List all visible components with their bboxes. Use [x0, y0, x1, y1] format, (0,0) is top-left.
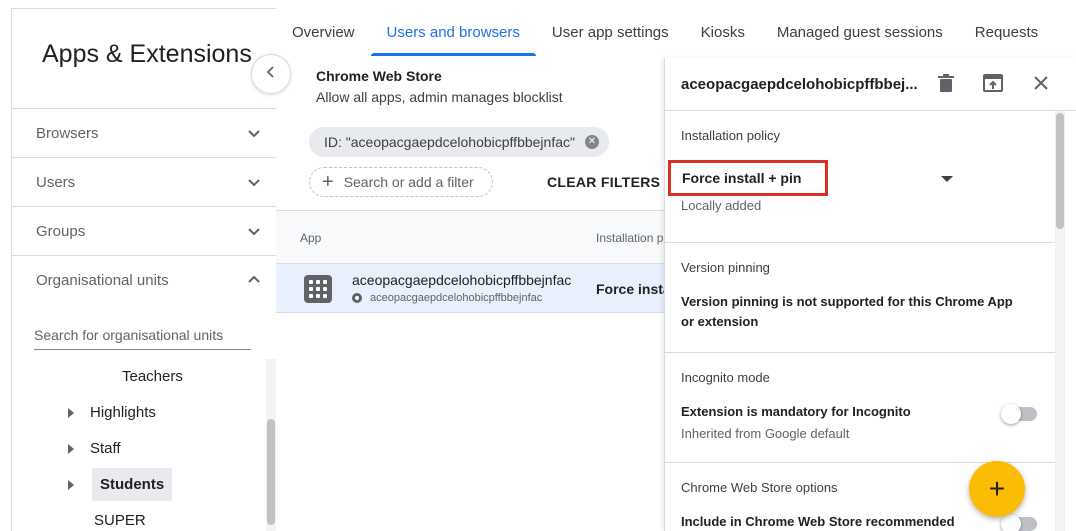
expand-arrow-icon[interactable]: [68, 407, 74, 418]
expand-arrow-icon[interactable]: [68, 479, 74, 490]
clear-filters-button[interactable]: CLEAR FILTERS: [547, 174, 660, 190]
store-subtitle: Allow all apps, admin manages blocklist: [316, 89, 563, 105]
org-unit-search-input[interactable]: Search for organisational units: [34, 327, 251, 350]
tab-bar: Overview Users and browsers User app set…: [276, 8, 1076, 56]
installation-policy-select[interactable]: Force install + pin: [668, 160, 828, 196]
chrome-icon: [352, 293, 362, 303]
version-pinning-section: Version pinning Version pinning is not s…: [665, 243, 1055, 353]
section-title: Version pinning: [681, 260, 770, 275]
incognito-section: Incognito mode Extension is mandatory fo…: [665, 353, 1055, 463]
chevron-down-icon: [247, 175, 261, 189]
sidebar-title: Apps & Extensions: [42, 40, 252, 68]
chevron-down-icon: [247, 224, 261, 238]
sidebar-section-label: Users: [36, 173, 76, 191]
tab-requests[interactable]: Requests: [959, 8, 1054, 56]
cws-recommended-toggle[interactable]: [1001, 514, 1039, 531]
dropdown-arrow-icon[interactable]: [941, 176, 953, 182]
incognito-toggle[interactable]: [1001, 404, 1039, 424]
incognito-sub: Inherited from Google default: [681, 426, 850, 441]
remove-filter-icon[interactable]: ✕: [584, 135, 599, 149]
tree-item-super[interactable]: SUPER: [94, 512, 146, 529]
tab-users-and-browsers[interactable]: Users and browsers: [370, 8, 537, 56]
app-id-text: aceopacgaepdcelohobicpffbbejnfac: [370, 292, 543, 304]
section-title: Incognito mode: [681, 370, 770, 385]
open-in-new-window-icon[interactable]: [982, 72, 1004, 94]
sidebar-section-label: Organisational units: [36, 271, 169, 289]
scrollbar-thumb[interactable]: [267, 419, 275, 525]
tree-item-label: SUPER: [94, 512, 146, 529]
panel-title: aceopacgaepdcelohobicpffbbej...: [681, 76, 918, 93]
filter-chip[interactable]: ID: "aceopacgaepdcelohobicpffbbejnfac" ✕: [309, 127, 609, 157]
tree-item-label: Staff: [90, 440, 121, 457]
tab-kiosks[interactable]: Kiosks: [685, 8, 761, 56]
incognito-text: Extension is mandatory for Incognito: [681, 404, 911, 419]
close-icon[interactable]: [1030, 72, 1052, 94]
scrollbar-thumb[interactable]: [1056, 113, 1064, 229]
sidebar-section-browsers[interactable]: Browsers: [12, 109, 276, 157]
sidebar: Apps & Extensions Browsers Users Groups …: [11, 8, 276, 531]
app-id: aceopacgaepdcelohobicpffbbejnfac: [352, 292, 542, 304]
collapse-sidebar-button[interactable]: [251, 54, 291, 94]
expand-arrow-icon[interactable]: [68, 443, 74, 454]
tab-overview[interactable]: Overview: [276, 8, 371, 56]
tree-item-staff[interactable]: Staff: [68, 440, 121, 457]
tree-item-label: Students: [92, 468, 173, 501]
tab-managed-guest-sessions[interactable]: Managed guest sessions: [761, 8, 959, 56]
sidebar-scrollbar[interactable]: [266, 359, 276, 531]
panel-header: aceopacgaepdcelohobicpffbbej...: [665, 58, 1076, 111]
app-installation-policy: Force insta: [596, 281, 671, 297]
sidebar-section-label: Groups: [36, 222, 86, 240]
tree-item-highlights[interactable]: Highlights: [68, 404, 156, 421]
tree-item-label: Teachers: [122, 368, 183, 385]
tree-item-label: Highlights: [90, 404, 156, 421]
chevron-down-icon: [247, 126, 261, 140]
tree-item-students[interactable]: Students: [68, 468, 173, 501]
sidebar-section-org-units[interactable]: Organisational units: [12, 256, 276, 304]
panel-scrollbar[interactable]: [1055, 111, 1065, 531]
table-row[interactable]: aceopacgaepdcelohobicpffbbejnfac aceopac…: [276, 264, 671, 313]
filter-search-input[interactable]: + Search or add a filter: [309, 167, 493, 197]
store-title: Chrome Web Store: [316, 68, 442, 84]
add-icon: +: [322, 171, 334, 193]
column-header-app[interactable]: App: [300, 231, 321, 245]
version-pinning-text: Version pinning is not supported for thi…: [681, 294, 1013, 329]
app-details-panel: aceopacgaepdcelohobicpffbbej... Installa…: [664, 58, 1076, 531]
sidebar-section-users[interactable]: Users: [12, 158, 276, 206]
sidebar-section-label: Browsers: [36, 124, 99, 142]
installation-policy-section: Installation policy Force install + pin …: [665, 111, 1055, 243]
installation-source: Locally added: [681, 198, 762, 213]
tab-user-app-settings[interactable]: User app settings: [536, 8, 685, 56]
add-fab-button[interactable]: +: [969, 461, 1025, 517]
filter-chip-label: ID: "aceopacgaepdcelohobicpffbbejnfac": [324, 134, 575, 150]
filter-placeholder: Search or add a filter: [343, 174, 474, 190]
section-title: Installation policy: [681, 128, 780, 143]
delete-icon[interactable]: [935, 72, 957, 94]
sidebar-section-groups[interactable]: Groups: [12, 207, 276, 255]
toggle-knob: [1001, 514, 1021, 531]
app-grid-icon: [304, 275, 332, 303]
chevron-up-icon: [247, 273, 261, 287]
tree-item-teachers[interactable]: Teachers: [122, 368, 183, 385]
section-title: Chrome Web Store options: [681, 480, 838, 495]
toggle-knob: [1001, 404, 1021, 424]
chevron-left-icon: [265, 65, 277, 83]
cws-option-text: Include in Chrome Web Store recommended: [681, 514, 955, 529]
table-header: App Installation p: [276, 210, 666, 264]
column-header-installation-policy[interactable]: Installation p: [596, 231, 663, 245]
app-name: aceopacgaepdcelohobicpffbbejnfac: [352, 272, 572, 288]
